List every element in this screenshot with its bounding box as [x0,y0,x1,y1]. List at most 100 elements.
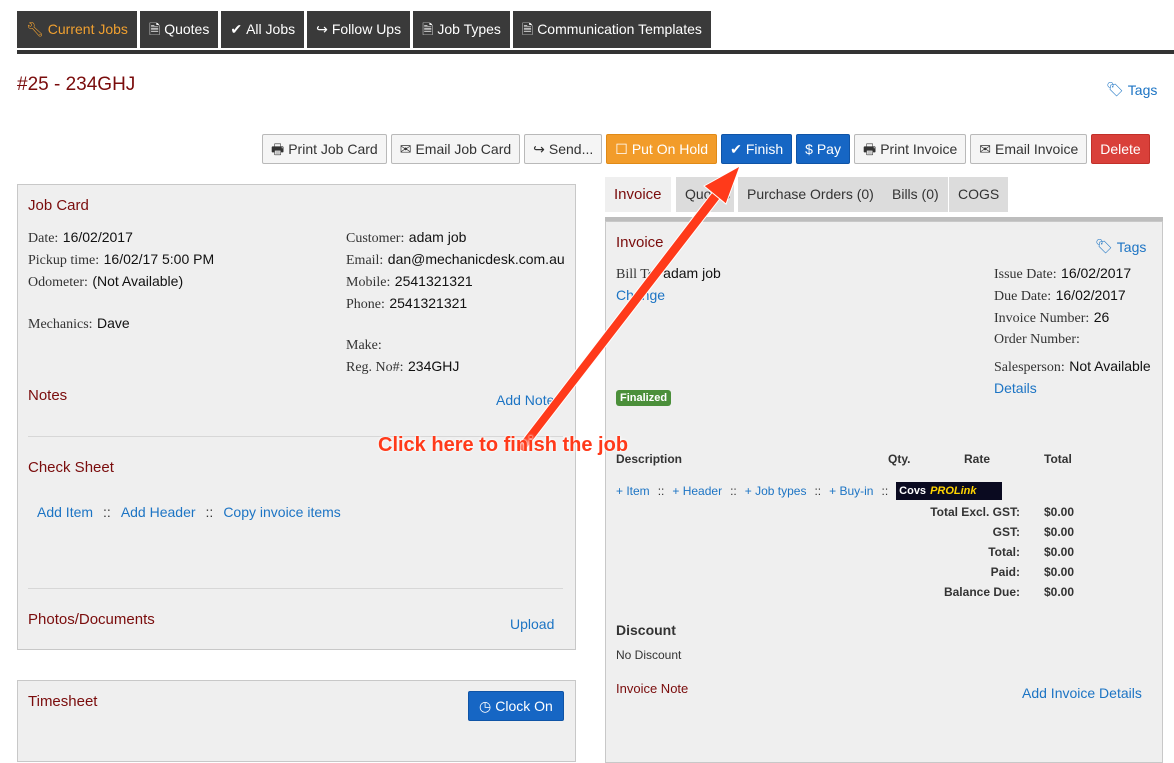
print-job-card-button[interactable]: 🖶 Print Job Card [262,134,387,164]
nav-divider [17,50,1174,54]
add-job-types-link[interactable]: + Job types [745,484,807,498]
invoice-number: 26 [1093,309,1110,325]
nav-tab-all-jobs[interactable]: ✔ All Jobs [221,11,305,48]
discount-title: Discount [616,622,676,638]
gst: $0.00 [1043,525,1074,539]
finish-button[interactable]: ✔ Finish [721,134,793,164]
check-sheet-title: Check Sheet [28,459,114,476]
invoice-totals: Total Excl. GST: $0.00 GST: $0.00 Total: $0… [880,502,1080,602]
email-job-card-button[interactable]: ✉ Email Job Card [390,134,521,164]
total: $0.00 [1043,545,1074,559]
tab-invoice[interactable]: Invoice [605,177,671,212]
add-item-link[interactable]: + Item [616,484,650,498]
invoice-note-title: Invoice Note [616,681,689,696]
share-arrow-icon: ↪ [316,21,328,37]
tab-cogs[interactable]: COGS [949,177,1009,212]
nav-tab-current-jobs[interactable]: 🔧︎ Current Jobs [17,11,137,48]
pay-button[interactable]: $ Pay [796,134,850,164]
nav-tab-label: Follow Ups [331,21,402,37]
timesheet-title: Timesheet [28,693,98,710]
prolink-logo[interactable]: Covs PROLink [896,482,1003,500]
nav-tab-label: Communication Templates [537,21,702,37]
customer-details: Customer: adam job Email: dan@mechanicde… [346,229,565,375]
nav-tab-label: All Jobs [246,21,296,37]
total-excl-gst: $0.00 [1043,505,1074,519]
document-icon: 🗎 [521,21,534,37]
tab-bills[interactable]: Bills (0) [883,177,948,212]
vehicle-make-label: Make: [346,338,382,353]
add-header-link[interactable]: + Header [672,484,722,498]
annotation-text: Click here to finish the job [378,434,629,456]
envelope-icon: ✉ [979,141,991,157]
issue-date: 16/02/2017 [1061,265,1132,281]
odometer: (Not Available) [92,273,184,289]
bill-to-name: adam job [663,265,721,281]
due-date: 16/02/2017 [1055,287,1126,303]
notes-title: Notes [28,387,68,404]
clock-on-button[interactable]: ◷ Clock On [468,691,564,721]
customer-name: adam job [408,229,467,245]
salesperson: Not Available [1069,358,1151,374]
page-title: #25 - 234GHJ [17,74,136,95]
nav-tab-label: Current Jobs [47,21,128,37]
nav-tab-communication-templates[interactable]: 🗎 Communication Templates [512,11,711,48]
customer-email: dan@mechanicdesk.com.au [387,251,565,267]
check-icon: ✔ [730,141,742,157]
printer-icon: 🖶 [271,141,285,157]
col-rate: Rate [964,452,991,466]
divider [28,588,563,589]
upload-link[interactable]: Upload [510,616,554,632]
tag-icon: 🏷︎ [1095,238,1113,254]
copy-invoice-items-link[interactable]: Copy invoice items [223,504,341,520]
nav-tab-label: Job Types [437,21,501,37]
invoice-title: Invoice [616,234,664,251]
email-invoice-button[interactable]: ✉ Email Invoice [970,134,1088,164]
nav-tab-follow-ups[interactable]: ↪ Follow Ups [307,11,411,48]
job-tags-link[interactable]: 🏷︎ Tags [1106,81,1157,98]
document-icon: 🗎 [422,21,434,37]
print-invoice-button[interactable]: 🖶 Print Invoice [853,134,967,164]
invoice-meta: Issue Date: 16/02/2017 Due Date: 16/02/2… [994,265,1151,396]
document-icon: 🗎 [148,21,161,37]
job-details: Date: 16/02/2017 Pickup time: 16/02/17 5… [28,229,215,332]
job-card-title: Job Card [28,197,89,214]
add-invoice-details-link[interactable]: Add Invoice Details [1022,685,1142,701]
square-icon: ☐ [615,141,628,157]
action-toolbar: 🖶 Print Job Card ✉ Email Job Card ↪ Send… [262,134,1150,164]
nav-tab-label: Quotes [164,21,210,37]
share-arrow-icon: ↪ [533,141,545,157]
add-header-link[interactable]: Add Header [121,504,196,520]
tab-quotes[interactable]: Quotes [676,177,734,212]
invoice-tags-link[interactable]: 🏷︎ Tags [1095,238,1146,255]
put-on-hold-button[interactable]: ☐ Put On Hold [606,134,718,164]
bill-to: Bill To: adam job Change [616,265,721,303]
pickup-time: 16/02/17 5:00 PM [103,251,215,267]
balance-due: $0.00 [1043,585,1074,599]
details-link[interactable]: Details [994,380,1037,396]
check-icon: ✔ [230,21,243,37]
delete-button[interactable]: Delete [1091,134,1150,164]
status-badge: Finalized [616,390,672,406]
printer-icon: 🖶 [862,141,877,157]
tab-purchase-orders[interactable]: Purchase Orders (0) [738,177,883,212]
customer-mobile: 2541321321 [394,273,473,289]
clock-icon: ◷ [479,698,492,714]
check-sheet-actions: Add Item :: Add Header :: Copy invoice i… [37,504,341,520]
add-buy-in-link[interactable]: + Buy-in [829,484,873,498]
col-total: Total [1044,452,1072,466]
mechanics: Dave [96,315,130,331]
invoice-add-actions: + Item :: + Header :: + Job types :: + B… [616,482,1003,500]
customer-phone: 2541321321 [389,295,468,311]
photos-documents-title: Photos/Documents [28,611,155,628]
wrench-icon: 🔧︎ [26,21,44,37]
main-nav: 🔧︎ Current Jobs 🗎 Quotes ✔ All Jobs ↪ Fo… [17,11,714,51]
add-note-link[interactable]: Add Note [496,392,554,408]
change-link[interactable]: Change [616,287,665,303]
nav-tab-job-types[interactable]: 🗎 Job Types [413,11,510,48]
order-number-label: Order Number: [994,332,1080,347]
send-button[interactable]: ↪ Send... [524,134,603,164]
add-item-link[interactable]: Add Item [37,504,93,520]
nav-tab-quotes[interactable]: 🗎 Quotes [139,11,219,48]
envelope-icon: ✉ [399,141,412,157]
reg-number: 234GHJ [408,358,460,374]
